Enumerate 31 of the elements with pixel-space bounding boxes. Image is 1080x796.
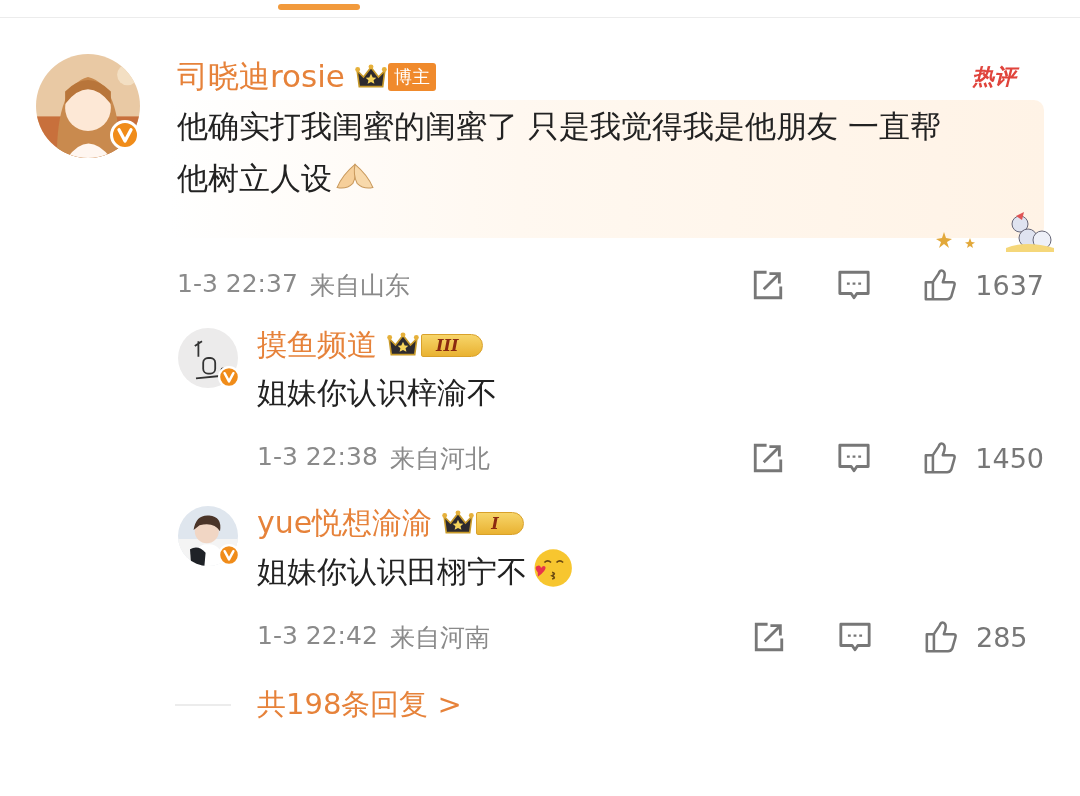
- crown-icon: [387, 332, 419, 358]
- location-text: 来自河北: [389, 442, 490, 475]
- share-icon[interactable]: [752, 620, 786, 654]
- username[interactable]: 摸鱼频道: [257, 324, 377, 366]
- role-badge: 博主: [387, 63, 436, 91]
- location-text: 来自河南: [389, 621, 490, 654]
- location-text: 来自山东: [309, 269, 410, 302]
- comment-text: 他确实打我闺蜜的闺蜜了 只是我觉得我是他朋友 一直帮他树立人设: [177, 107, 942, 198]
- like-count: 285: [976, 621, 1029, 653]
- comment-icon[interactable]: [838, 620, 872, 654]
- comment-icon[interactable]: [837, 268, 872, 302]
- thumbs-up-icon[interactable]: [923, 268, 958, 302]
- thumbs-up-icon[interactable]: [923, 441, 958, 475]
- crown-icon: [442, 510, 475, 536]
- timestamp: 1-3 22:37: [177, 268, 298, 300]
- level-badge: I: [476, 511, 524, 535]
- comment-icon[interactable]: [837, 441, 872, 475]
- crown-icon: [354, 64, 387, 90]
- like-count: 1637: [975, 269, 1044, 301]
- verified-icon: [218, 544, 240, 566]
- thumbs-up-icon[interactable]: [924, 620, 958, 654]
- level-badge: III: [421, 333, 484, 357]
- timestamp: 1-3 22:42: [257, 620, 378, 652]
- username[interactable]: 司晓迪rosie: [177, 56, 345, 98]
- like-count: 1450: [975, 442, 1044, 474]
- verified-icon: [218, 366, 240, 388]
- comment-text: 姐妹你认识田栩宁不: [257, 546, 573, 597]
- username[interactable]: yue悦想渝渝: [257, 502, 433, 544]
- comment-text: 姐妹你认识梓渝不: [257, 374, 497, 412]
- more-replies-link[interactable]: 共198条回复 >: [257, 685, 462, 725]
- timestamp: 1-3 22:38: [257, 441, 378, 473]
